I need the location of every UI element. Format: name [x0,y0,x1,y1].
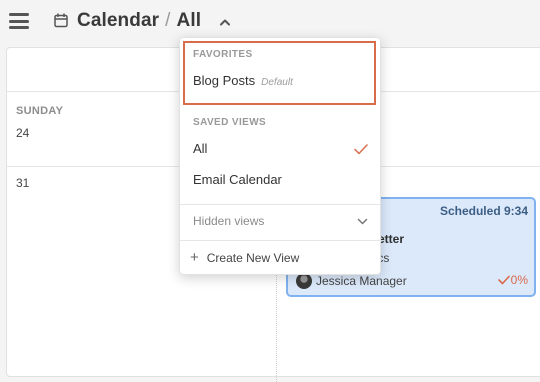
view-item-label: Blog Posts [193,73,256,88]
create-new-view-button[interactable]: + Create New View [190,249,300,266]
hamburger-menu-icon[interactable] [9,13,29,29]
saved-views-section-title: SAVED VIEWS [193,117,267,128]
hidden-views-toggle[interactable]: Hidden views [193,214,368,228]
event-owner-name: Jessica Manager [316,274,407,288]
create-new-view-label: Create New View [206,251,300,265]
day-number-24[interactable]: 24 [16,126,29,140]
chevron-down-icon [357,218,368,225]
day-header-sunday: SUNDAY [16,105,64,117]
breadcrumb: Calendar / All [77,10,201,32]
breadcrumb-root[interactable]: Calendar [77,10,159,31]
breadcrumb-separator: / [165,10,171,31]
view-item-email-calendar[interactable]: Email Calendar [193,172,282,187]
dropdown-divider [180,240,380,241]
event-owner: Jessica Manager [296,273,407,289]
plus-icon: + [190,249,199,266]
views-dropdown: FAVORITES Blog Posts Default SAVED VIEWS … [179,37,381,275]
day-number-31[interactable]: 31 [16,176,29,190]
avatar [296,273,312,289]
favorites-section-title: FAVORITES [193,49,253,60]
dropdown-divider [180,204,380,205]
hidden-views-label: Hidden views [193,214,265,228]
view-switcher-label[interactable]: All [177,10,202,31]
chevron-up-icon[interactable] [219,18,231,26]
selected-checkmark-icon [354,144,368,155]
event-progress-value: 0% [510,273,528,287]
calendar-icon [54,13,68,28]
view-item-all[interactable]: All [193,141,207,156]
view-item-blog-posts[interactable]: Blog Posts Default [193,73,293,88]
event-status: Scheduled 9:34 [439,204,528,218]
checkmark-icon [497,275,510,285]
event-progress: 0% [497,273,528,287]
default-tag: Default [261,77,293,88]
